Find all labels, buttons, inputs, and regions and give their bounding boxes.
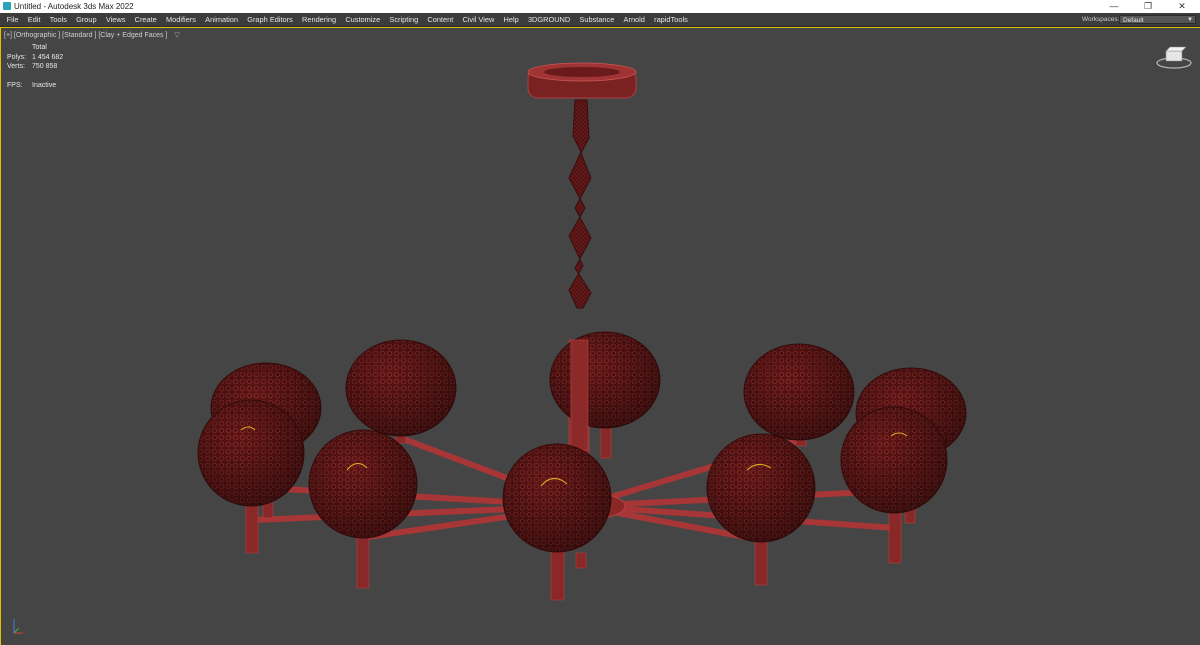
workspaces-label: Workspaces: bbox=[1082, 16, 1120, 23]
fps-value: Inactive bbox=[32, 81, 57, 89]
menu-file[interactable]: File bbox=[2, 13, 23, 26]
statistics-overlay: Total Polys: 1 454 682 Verts: 750 858 FPS:… bbox=[7, 43, 63, 90]
viewcube-icon[interactable] bbox=[1156, 45, 1192, 69]
menu-arnold[interactable]: Arnold bbox=[619, 13, 650, 26]
menu-3dground[interactable]: 3DGROUND bbox=[523, 13, 574, 26]
funnel-icon[interactable]: ▽ bbox=[174, 32, 179, 39]
menu-content[interactable]: Content bbox=[423, 13, 458, 26]
title-bar: Untitled - Autodesk 3ds Max 2022 — ❐ ✕ bbox=[0, 0, 1200, 13]
viewport-label-menu[interactable]: [+] [Orthographic ] [Standard ] [Clay + … bbox=[4, 31, 180, 39]
menu-graph-editors[interactable]: Graph Editors bbox=[243, 13, 298, 26]
fps-label: FPS: bbox=[7, 81, 23, 89]
menu-scripting[interactable]: Scripting bbox=[385, 13, 423, 26]
menu-civil-view[interactable]: Civil View bbox=[458, 13, 499, 26]
verts-label: Verts: bbox=[7, 63, 25, 70]
menu-customize[interactable]: Customize bbox=[341, 13, 385, 26]
minimize-button[interactable]: — bbox=[1097, 0, 1131, 13]
close-button[interactable]: ✕ bbox=[1165, 0, 1199, 13]
menu-bar: File Edit Tools Group Views Create Modif… bbox=[0, 13, 1200, 27]
chandelier-model bbox=[197, 62, 967, 601]
app-icon bbox=[3, 2, 11, 10]
workspaces-value: Default bbox=[1123, 17, 1144, 24]
workspaces-dropdown[interactable]: Default ▼ bbox=[1119, 15, 1196, 24]
menu-animation[interactable]: Animation bbox=[201, 13, 243, 26]
ceiling-canopy bbox=[527, 62, 637, 99]
menu-views[interactable]: Views bbox=[101, 13, 130, 26]
perspective-viewport[interactable]: [+] [Orthographic ] [Standard ] [Clay + … bbox=[0, 27, 1200, 645]
menu-help[interactable]: Help bbox=[499, 13, 523, 26]
polys-value: 1 454 682 bbox=[32, 53, 64, 61]
polys-label: Polys: bbox=[7, 53, 27, 61]
chevron-down-icon: ▼ bbox=[1187, 17, 1193, 23]
verts-value: 750 858 bbox=[32, 63, 58, 70]
menu-create[interactable]: Create bbox=[130, 13, 161, 26]
axis-tripod-icon bbox=[13, 619, 23, 634]
maximize-button[interactable]: ❐ bbox=[1131, 0, 1165, 13]
stats-header: Total bbox=[32, 44, 47, 51]
menu-tools[interactable]: Tools bbox=[45, 13, 71, 26]
menu-rapidtools[interactable]: rapidTools bbox=[650, 13, 693, 26]
menu-edit[interactable]: Edit bbox=[23, 13, 45, 26]
menu-substance[interactable]: Substance bbox=[575, 13, 619, 26]
menu-items: File Edit Tools Group Views Create Modif… bbox=[2, 13, 692, 26]
menu-group[interactable]: Group bbox=[72, 13, 102, 26]
chain bbox=[568, 99, 592, 309]
viewport-label[interactable]: [+] [Orthographic ] [Standard ] [Clay + … bbox=[4, 32, 167, 39]
window-title: Untitled - Autodesk 3ds Max 2022 bbox=[14, 2, 134, 11]
menu-rendering[interactable]: Rendering bbox=[297, 13, 340, 26]
menu-modifiers[interactable]: Modifiers bbox=[161, 13, 200, 26]
